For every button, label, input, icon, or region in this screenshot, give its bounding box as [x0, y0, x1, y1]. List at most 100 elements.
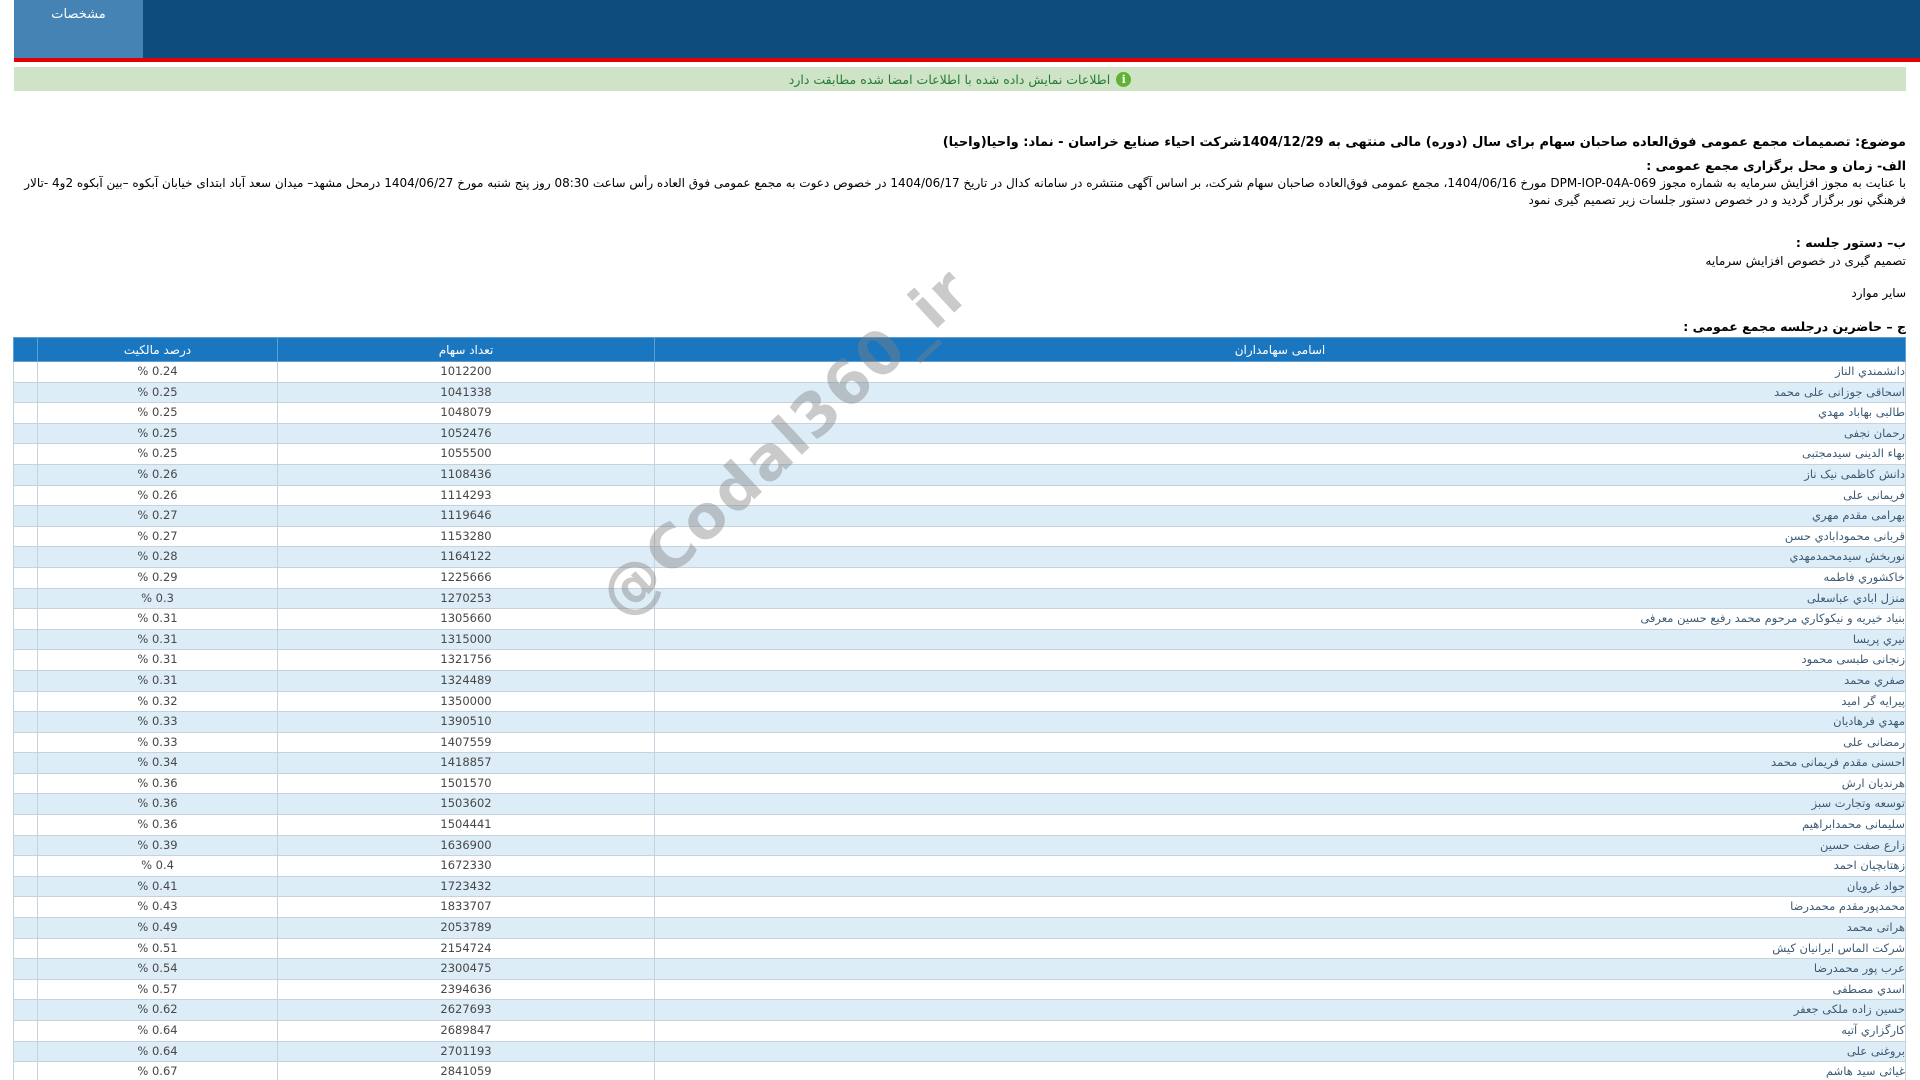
table-row: رحمان نجفی1052476% 0.25	[14, 423, 1906, 444]
share-count-cell: 1119646	[278, 506, 655, 527]
shareholder-name-cell: شرکت الماس ایرانیان کیش	[655, 938, 1906, 959]
shareholder-name-cell: خاکشوري فاطمه	[655, 567, 1906, 588]
table-row: طالبی بهاباد مهدي1048079% 0.25	[14, 403, 1906, 424]
share-count-cell: 1672330	[278, 856, 655, 877]
shareholder-name-cell: بنیاد خیریه و نیکوکاري مرحوم محمد رفیع ح…	[655, 609, 1906, 630]
table-row: احسنی مقدم فریمانی محمد1418857% 0.34	[14, 753, 1906, 774]
table-row: اسدي مصطفی2394636% 0.57	[14, 979, 1906, 1000]
ownership-percent-cell: % 0.27	[38, 506, 278, 527]
shareholder-name-cell: زنجانی طبسی محمود	[655, 650, 1906, 671]
row-selector-cell	[14, 753, 38, 774]
shareholder-name-cell: غیاثی سید هاشم	[655, 1062, 1906, 1080]
table-row: دانشمندي الناز1012200% 0.24	[14, 362, 1906, 383]
shareholder-name-cell: بهاء الدینی سیدمجتبی	[655, 444, 1906, 465]
row-selector-cell	[14, 609, 38, 630]
ownership-percent-cell: % 0.67	[38, 1062, 278, 1080]
ownership-percent-cell: % 0.25	[38, 403, 278, 424]
table-row: اسحاقی جوزانی علی محمد1041338% 0.25	[14, 382, 1906, 403]
ownership-percent-cell: % 0.31	[38, 609, 278, 630]
share-count-cell: 1315000	[278, 629, 655, 650]
ownership-percent-cell: % 0.54	[38, 959, 278, 980]
row-selector-cell	[14, 732, 38, 753]
ownership-percent-cell: % 0.64	[38, 1021, 278, 1042]
shareholder-name-cell: زهتابچیان احمد	[655, 856, 1906, 877]
shareholders-table-body: دانشمندي الناز1012200% 0.24اسحاقی جوزانی…	[14, 362, 1906, 1080]
shareholder-name-cell: کارگزاري آتیه	[655, 1021, 1906, 1042]
share-count-cell: 1501570	[278, 773, 655, 794]
shareholder-name-cell: عرب پور محمدرضا	[655, 959, 1906, 980]
column-header-row-selector	[14, 338, 38, 362]
shareholder-name-cell: سلیمانی محمدابراهیم	[655, 815, 1906, 836]
row-selector-cell	[14, 876, 38, 897]
shareholder-name-cell: بهرامی مقدم مهري	[655, 506, 1906, 527]
ownership-percent-cell: % 0.25	[38, 423, 278, 444]
row-selector-cell	[14, 526, 38, 547]
share-count-cell: 1012200	[278, 362, 655, 383]
share-count-cell: 1052476	[278, 423, 655, 444]
table-header-row: اسامی سهامداران تعداد سهام درصد مالکیت	[14, 338, 1906, 362]
table-row: مهدي فرهادیان1390510% 0.33	[14, 712, 1906, 733]
shareholder-name-cell: زارع صفت حسین	[655, 835, 1906, 856]
shareholder-name-cell: قربانی محمودابادي حسن	[655, 526, 1906, 547]
share-count-cell: 1041338	[278, 382, 655, 403]
share-count-cell: 1108436	[278, 464, 655, 485]
shareholder-name-cell: مهدي فرهادیان	[655, 712, 1906, 733]
row-selector-cell	[14, 938, 38, 959]
section-a-title: الف- زمان و محل برگزاری مجمع عمومی :	[14, 158, 1906, 173]
row-selector-cell	[14, 423, 38, 444]
row-selector-cell	[14, 362, 38, 383]
ownership-percent-cell: % 0.31	[38, 670, 278, 691]
ownership-percent-cell: % 0.33	[38, 712, 278, 733]
table-row: رمضانی علی1407559% 0.33	[14, 732, 1906, 753]
row-selector-cell	[14, 650, 38, 671]
ownership-percent-cell: % 0.64	[38, 1041, 278, 1062]
table-row: هرندیان ارش1501570% 0.36	[14, 773, 1906, 794]
row-selector-cell	[14, 918, 38, 939]
table-row: غیاثی سید هاشم2841059% 0.67	[14, 1062, 1906, 1080]
share-count-cell: 1636900	[278, 835, 655, 856]
shareholder-name-cell: محمدپورمقدم محمدرضا	[655, 897, 1906, 918]
row-selector-cell	[14, 691, 38, 712]
share-count-cell: 1048079	[278, 403, 655, 424]
codal-announcement-page: { "header": { "tab_label": "مشخصات" }, "…	[0, 0, 1920, 1080]
ownership-percent-cell: % 0.36	[38, 815, 278, 836]
shareholder-name-cell: هراتی محمد	[655, 918, 1906, 939]
header-divider-red-line	[14, 58, 1920, 62]
table-row: هراتی محمد2053789% 0.49	[14, 918, 1906, 939]
table-row: زارع صفت حسین1636900% 0.39	[14, 835, 1906, 856]
ownership-percent-cell: % 0.36	[38, 773, 278, 794]
table-row: دانش کاظمی نیک ناز1108436% 0.26	[14, 464, 1906, 485]
table-row: پیرایه گر امید1350000% 0.32	[14, 691, 1906, 712]
share-count-cell: 1504441	[278, 815, 655, 836]
share-count-cell: 2841059	[278, 1062, 655, 1080]
row-selector-cell	[14, 588, 38, 609]
ownership-percent-cell: % 0.41	[38, 876, 278, 897]
table-row: قربانی محمودابادي حسن1153280% 0.27	[14, 526, 1906, 547]
row-selector-cell	[14, 1041, 38, 1062]
row-selector-cell	[14, 547, 38, 568]
share-count-cell: 1225666	[278, 567, 655, 588]
table-row: خاکشوري فاطمه1225666% 0.29	[14, 567, 1906, 588]
ownership-percent-cell: % 0.26	[38, 485, 278, 506]
table-row: بهاء الدینی سیدمجتبی1055500% 0.25	[14, 444, 1906, 465]
signature-match-info-bar: i اطلاعات نمایش داده شده با اطلاعات امضا…	[14, 67, 1906, 91]
column-header-ownership-percent: درصد مالکیت	[38, 338, 278, 362]
share-count-cell: 1305660	[278, 609, 655, 630]
shareholder-name-cell: بروغنی علی	[655, 1041, 1906, 1062]
row-selector-cell	[14, 485, 38, 506]
row-selector-cell	[14, 382, 38, 403]
share-count-cell: 1324489	[278, 670, 655, 691]
section-a-body: با عنایت به مجوز افزایش سرمایه به شماره …	[14, 175, 1906, 209]
ownership-percent-cell: % 0.27	[38, 526, 278, 547]
share-count-cell: 2394636	[278, 979, 655, 1000]
share-count-cell: 1503602	[278, 794, 655, 815]
share-count-cell: 2300475	[278, 959, 655, 980]
share-count-cell: 2701193	[278, 1041, 655, 1062]
ownership-percent-cell: % 0.25	[38, 444, 278, 465]
table-row: نیري پریسا1315000% 0.31	[14, 629, 1906, 650]
shareholder-name-cell: حسین زاده ملکی جعفر	[655, 1000, 1906, 1021]
ownership-percent-cell: % 0.33	[38, 732, 278, 753]
tab-specifications[interactable]: مشخصات	[14, 0, 143, 58]
row-selector-cell	[14, 629, 38, 650]
share-count-cell: 1321756	[278, 650, 655, 671]
